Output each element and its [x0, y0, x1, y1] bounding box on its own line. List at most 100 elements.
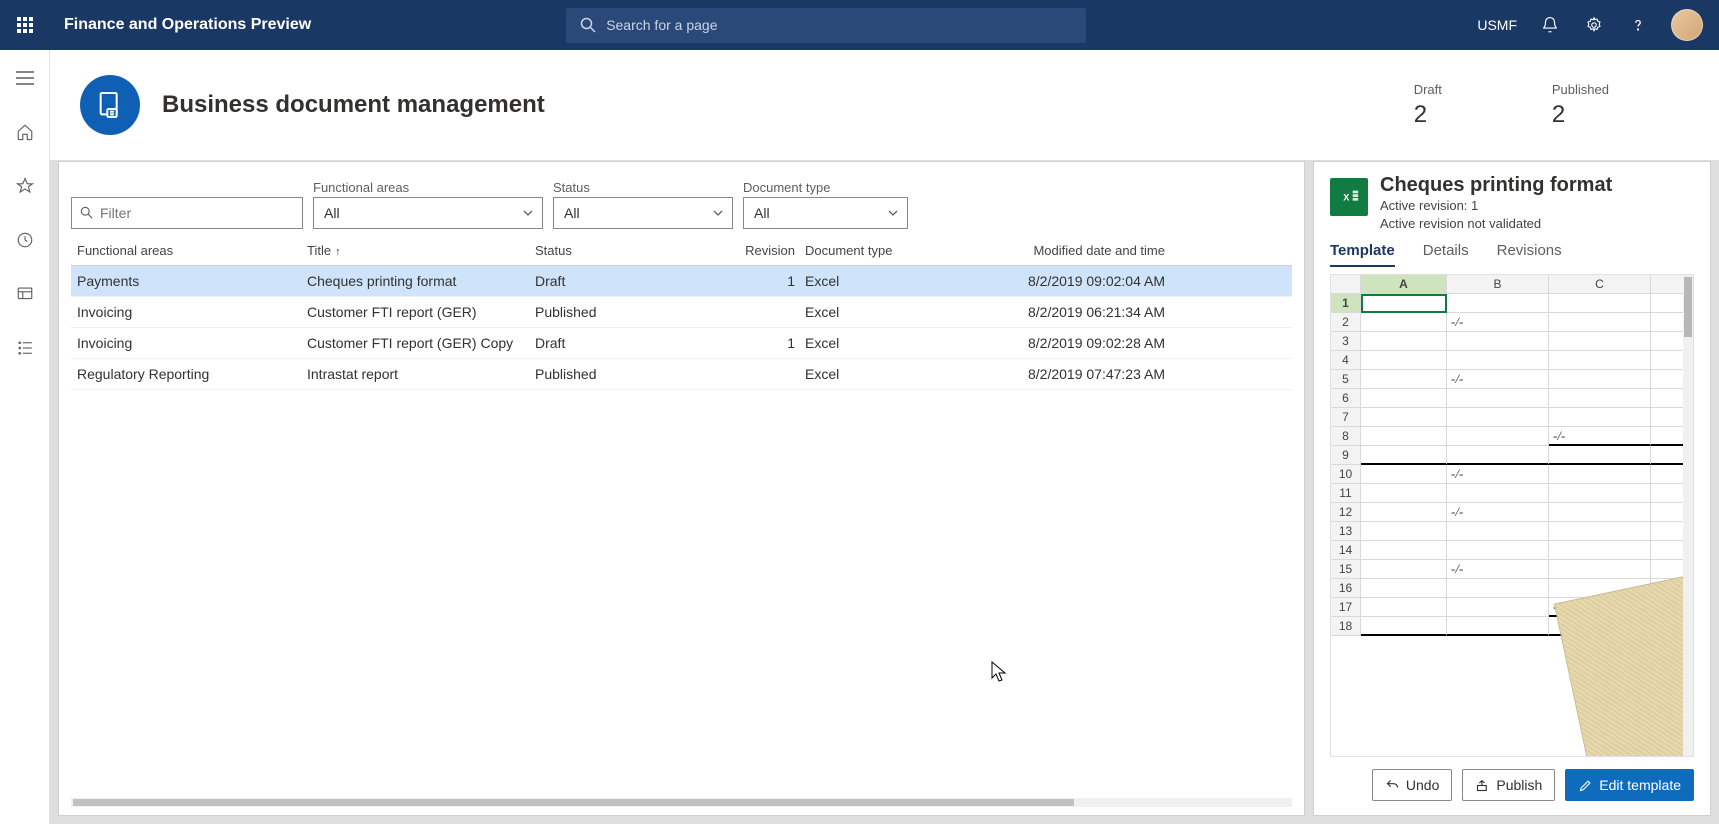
filter-fa-select[interactable]: All	[313, 197, 543, 229]
filter-doctype-select[interactable]: All	[743, 197, 908, 229]
chevron-down-icon	[887, 207, 899, 219]
cell-fa: Invoicing	[77, 304, 307, 320]
side-header: X Cheques printing format Active revisio…	[1330, 174, 1694, 232]
company-picker[interactable]: USMF	[1477, 17, 1517, 33]
page-icon	[80, 75, 140, 135]
sort-asc-icon: ↑	[335, 246, 341, 258]
page-title: Business document management	[162, 91, 545, 119]
excel-icon: X	[1330, 178, 1368, 216]
stat-draft-label: Draft	[1414, 82, 1442, 97]
stats: Draft 2 Published 2	[1414, 82, 1689, 129]
gear-icon[interactable]	[1583, 14, 1605, 36]
cell-doctype: Excel	[805, 335, 975, 351]
cell-revision: 1	[715, 335, 805, 351]
tab-revisions[interactable]: Revisions	[1497, 242, 1562, 267]
scrollbar-thumb[interactable]	[73, 799, 1074, 806]
recent-icon[interactable]	[9, 224, 41, 256]
col-functional-areas[interactable]: Functional areas	[77, 243, 307, 258]
col-status[interactable]: Status	[535, 243, 715, 258]
stat-published-label: Published	[1552, 82, 1609, 97]
filter-doctype: Document type All	[743, 180, 908, 229]
cell-title: Customer FTI report (GER) Copy	[307, 335, 535, 351]
cheque-image	[1554, 573, 1694, 757]
sheet-grid: ABCD12-/-345-/-678-/-910-/-1112-/-131415…	[1331, 275, 1693, 636]
filter-icon	[80, 206, 94, 220]
cell-title: Intrastat report	[307, 366, 535, 382]
cell-status: Published	[535, 304, 715, 320]
filter-text[interactable]	[100, 205, 294, 221]
cell-status: Published	[535, 366, 715, 382]
cell-doctype: Excel	[805, 273, 975, 289]
stat-draft-value: 2	[1414, 101, 1442, 129]
filter-status-value: All	[564, 205, 580, 221]
cell-revision: 1	[715, 273, 805, 289]
tab-template[interactable]: Template	[1330, 242, 1395, 267]
stat-published[interactable]: Published 2	[1552, 82, 1609, 129]
col-modified[interactable]: Modified date and time	[975, 243, 1165, 258]
search-input[interactable]	[606, 17, 1072, 33]
cell-modified: 8/2/2019 09:02:28 AM	[975, 335, 1165, 351]
waffle-button[interactable]	[0, 0, 50, 50]
filter-status-label: Status	[553, 180, 733, 195]
grid-body: PaymentsCheques printing formatDraft1Exc…	[71, 266, 1292, 798]
search-icon	[580, 17, 596, 33]
global-search[interactable]	[566, 8, 1086, 43]
main-panel: Functional areas All Status All	[58, 161, 1305, 816]
home-icon[interactable]	[9, 116, 41, 148]
tab-details[interactable]: Details	[1423, 242, 1469, 267]
cell-fa: Regulatory Reporting	[77, 366, 307, 382]
stat-published-value: 2	[1552, 101, 1609, 129]
top-navbar: Finance and Operations Preview USMF	[0, 0, 1719, 50]
app-title: Finance and Operations Preview	[64, 16, 311, 34]
filter-doctype-value: All	[754, 205, 770, 221]
filter-fa-label: Functional areas	[313, 180, 543, 195]
table-row[interactable]: PaymentsCheques printing formatDraft1Exc…	[71, 266, 1292, 297]
col-doctype[interactable]: Document type	[805, 243, 975, 258]
hamburger-icon[interactable]	[9, 62, 41, 94]
grid-h-scrollbar[interactable]	[71, 798, 1292, 807]
page-header: Business document management Draft 2 Pub…	[50, 50, 1719, 160]
filter-status-select[interactable]: All	[553, 197, 733, 229]
publish-icon	[1475, 778, 1490, 793]
cell-modified: 8/2/2019 07:47:23 AM	[975, 366, 1165, 382]
nav-right: USMF	[1477, 9, 1719, 41]
filters-row: Functional areas All Status All	[71, 180, 1292, 229]
grid: Functional areas Title↑ Status Revision …	[71, 235, 1292, 807]
chevron-down-icon	[712, 207, 724, 219]
table-row[interactable]: InvoicingCustomer FTI report (GER)Publis…	[71, 297, 1292, 328]
help-icon[interactable]	[1627, 14, 1649, 36]
notifications-icon[interactable]	[1539, 14, 1561, 36]
side-tabs: Template Details Revisions	[1330, 242, 1694, 268]
cell-title: Cheques printing format	[307, 273, 535, 289]
left-rail	[0, 50, 50, 824]
table-row[interactable]: InvoicingCustomer FTI report (GER) CopyD…	[71, 328, 1292, 359]
edit-icon	[1578, 778, 1593, 793]
avatar[interactable]	[1671, 9, 1703, 41]
edit-template-button[interactable]: Edit template	[1565, 769, 1694, 801]
filter-input[interactable]	[71, 197, 303, 229]
side-sub1: Active revision: 1	[1380, 197, 1612, 215]
modules-icon[interactable]	[9, 332, 41, 364]
col-revision[interactable]: Revision	[715, 243, 805, 258]
scrollbar-thumb[interactable]	[1684, 277, 1692, 337]
mouse-cursor-icon	[991, 661, 1007, 683]
favorites-icon[interactable]	[9, 170, 41, 202]
col-title[interactable]: Title↑	[307, 243, 535, 258]
side-title: Cheques printing format	[1380, 174, 1612, 197]
cell-doctype: Excel	[805, 304, 975, 320]
grid-header: Functional areas Title↑ Status Revision …	[71, 235, 1292, 266]
stat-draft[interactable]: Draft 2	[1414, 82, 1442, 129]
cell-fa: Invoicing	[77, 335, 307, 351]
cell-status: Draft	[535, 273, 715, 289]
undo-icon	[1385, 778, 1400, 793]
undo-button[interactable]: Undo	[1372, 769, 1452, 801]
sheet-v-scrollbar[interactable]	[1683, 275, 1693, 756]
filter-status: Status All	[553, 180, 733, 229]
publish-button[interactable]: Publish	[1462, 769, 1555, 801]
cell-status: Draft	[535, 335, 715, 351]
workspaces-icon[interactable]	[9, 278, 41, 310]
chevron-down-icon	[522, 207, 534, 219]
sheet-preview[interactable]: ABCD12-/-345-/-678-/-910-/-1112-/-131415…	[1330, 274, 1694, 757]
table-row[interactable]: Regulatory ReportingIntrastat reportPubl…	[71, 359, 1292, 390]
content: Business document management Draft 2 Pub…	[50, 50, 1719, 824]
